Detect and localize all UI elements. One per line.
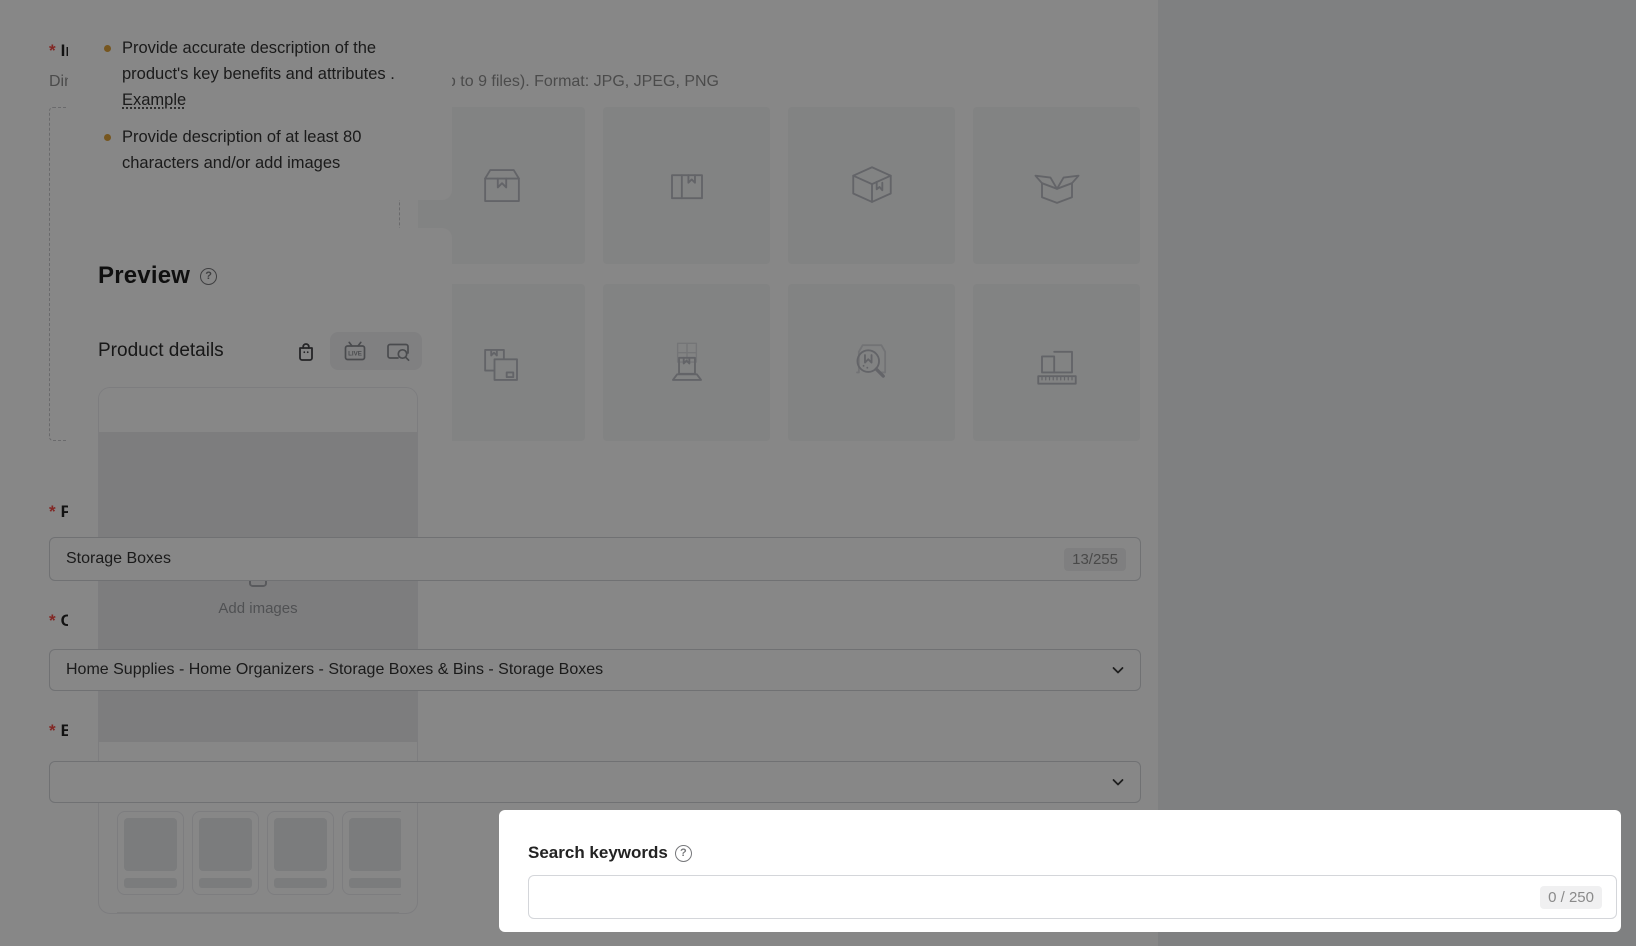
tour-dim-overlay [0, 0, 1636, 946]
search-keywords-field: 0 / 250 [528, 875, 1617, 919]
search-keywords-input[interactable] [545, 888, 1540, 906]
search-keywords-label-text: Search keywords [528, 843, 668, 863]
search-keywords-spotlight: Search keywords 0 / 250 [499, 810, 1621, 932]
search-keywords-field-label: Search keywords [528, 844, 1621, 862]
char-counter: 0 / 250 [1540, 886, 1602, 909]
help-icon[interactable] [675, 845, 692, 862]
